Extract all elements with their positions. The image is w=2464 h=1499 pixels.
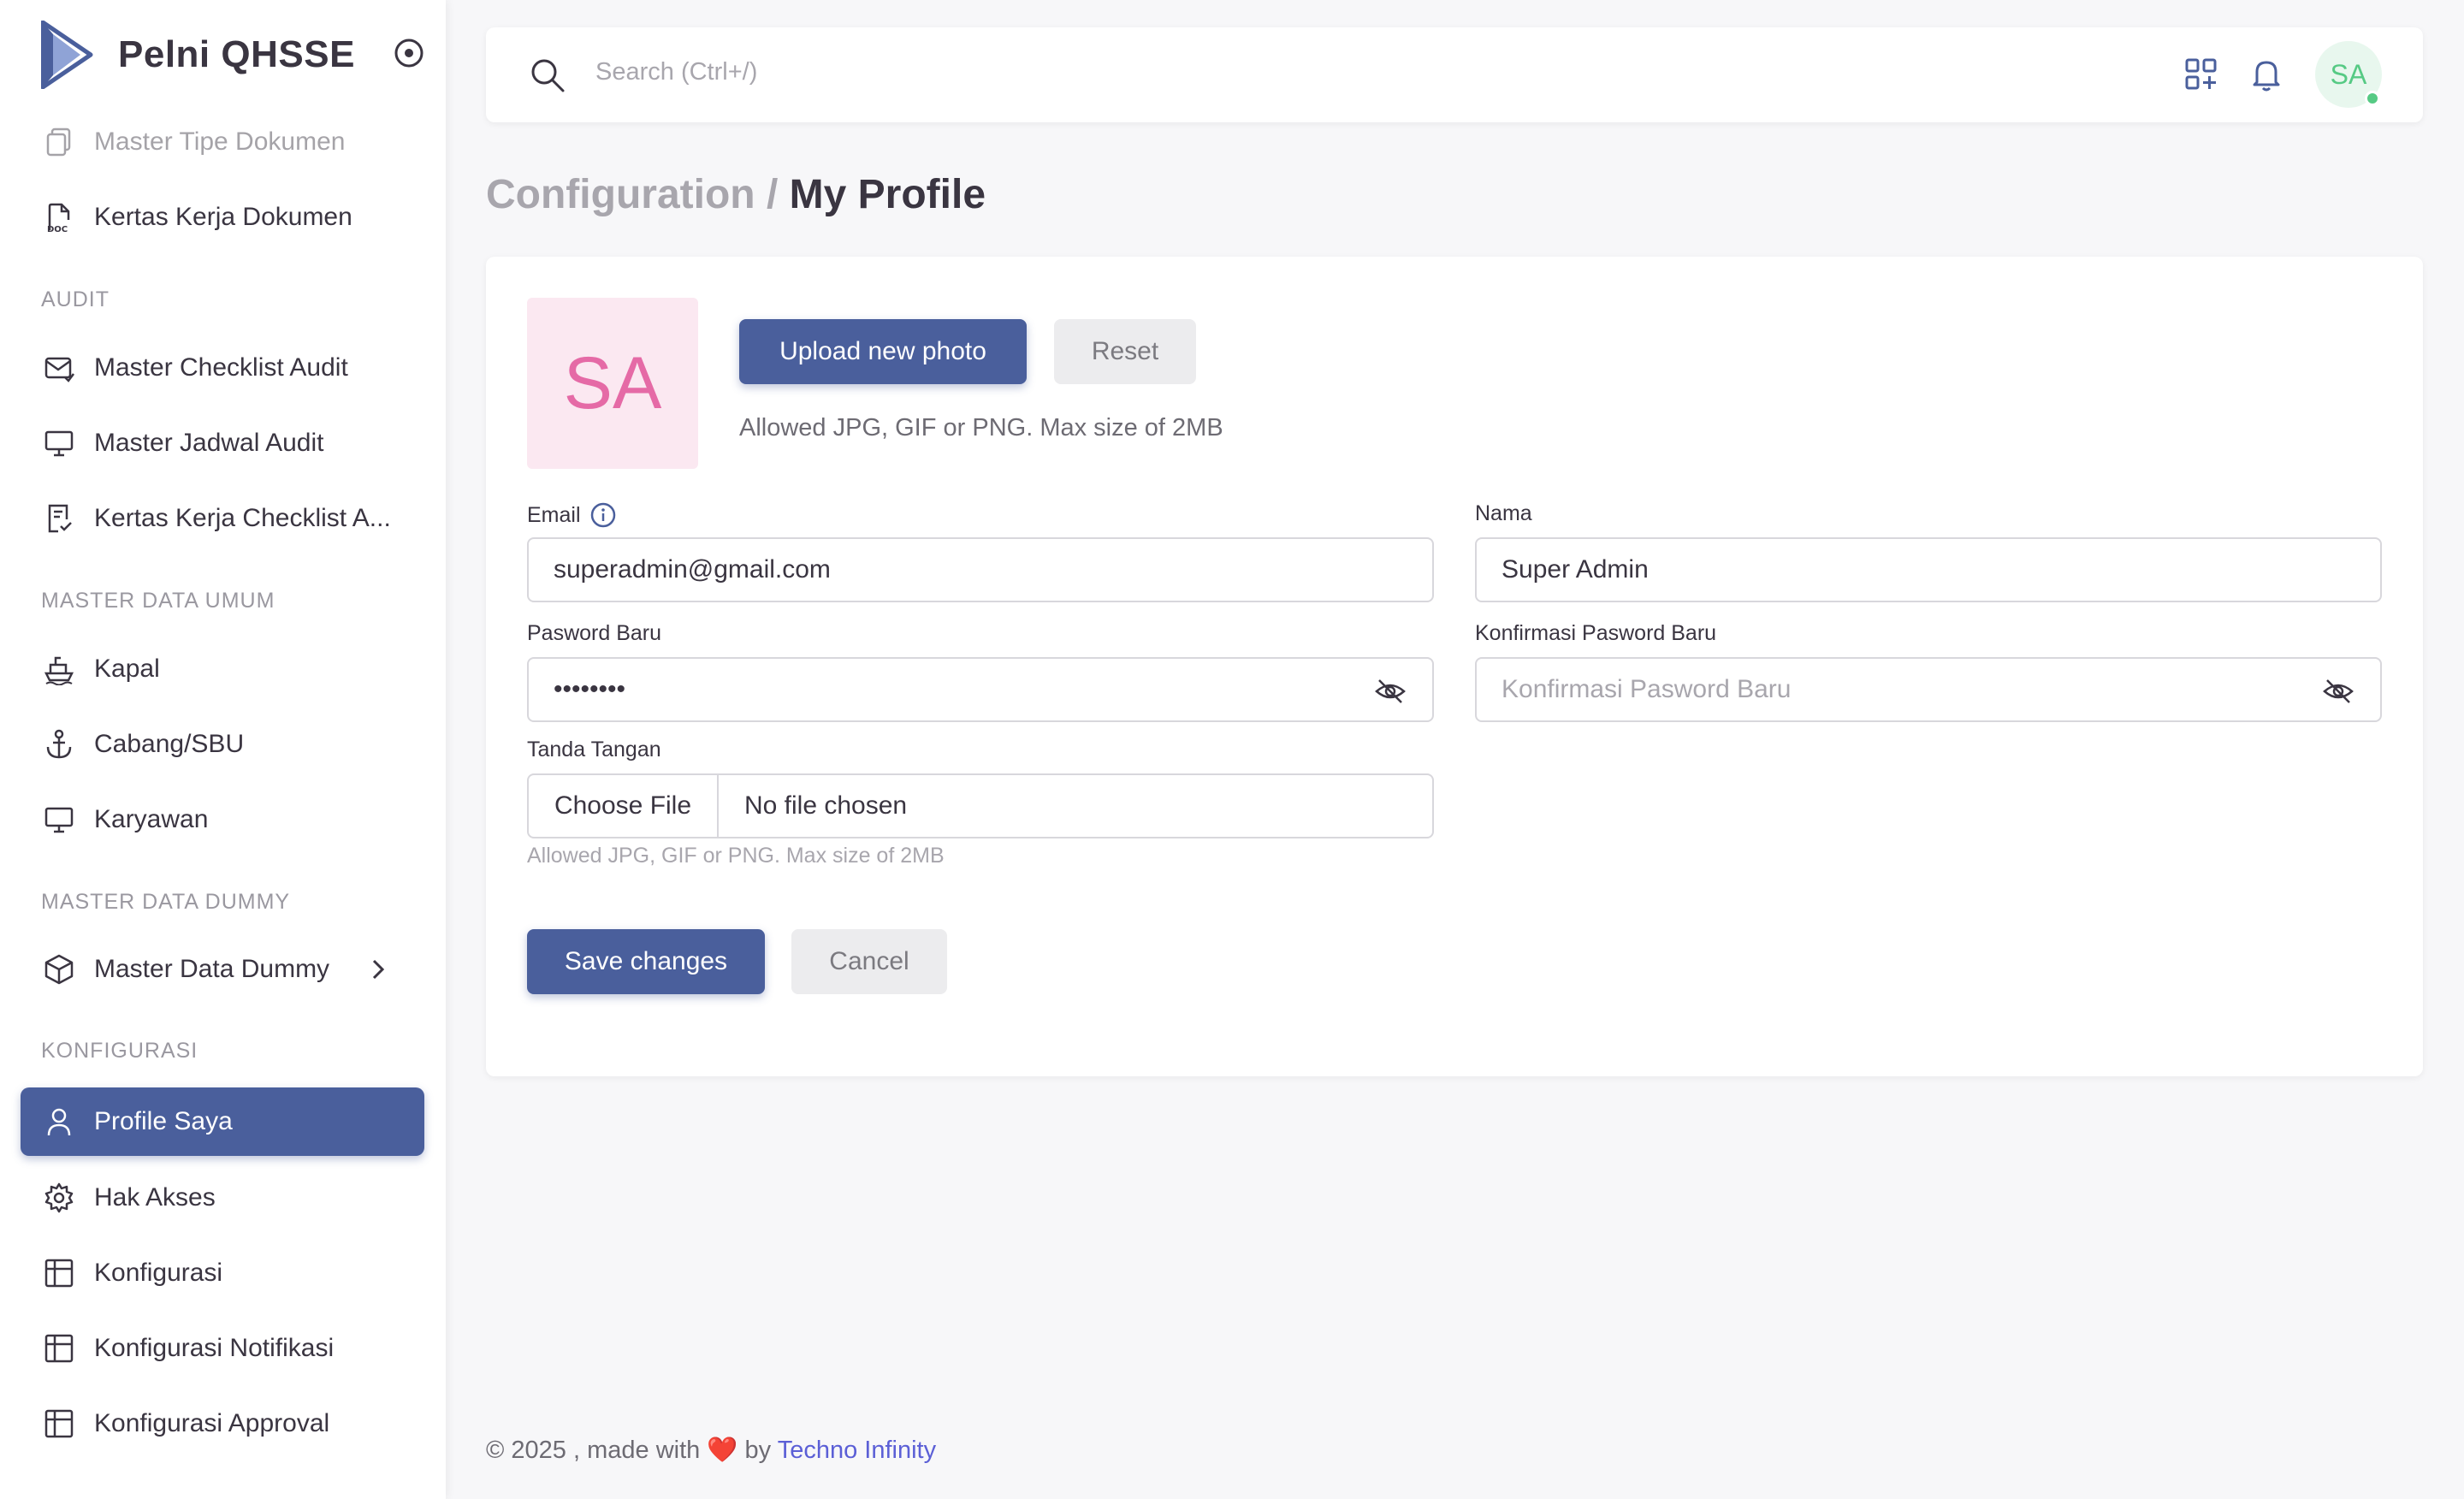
sidebar-item-label: Cabang/SBU	[94, 730, 245, 758]
save-button[interactable]: Save changes	[527, 929, 765, 994]
app-name: Pelni QHSSE	[118, 33, 355, 75]
ship-icon	[43, 653, 75, 686]
sidebar-item-master-jadwal-audit[interactable]: Master Jadwal Audit	[21, 409, 424, 477]
table-icon	[43, 1257, 75, 1289]
confirm-password-placeholder: Konfirmasi Pasword Baru	[1502, 675, 1792, 703]
nama-field[interactable]: Super Admin	[1475, 537, 2382, 602]
sidebar-item-label: Profile Saya	[94, 1107, 233, 1135]
sidebar-item-label: Master Tipe Dokumen	[94, 127, 346, 156]
page-title-current: My Profile	[789, 172, 986, 217]
monitor-icon	[43, 803, 75, 836]
page-title: Configuration / My Profile	[486, 171, 986, 218]
eye-off-icon[interactable]	[2322, 675, 2354, 708]
sidebar-item-kertas-kerja-checklist[interactable]: Kertas Kerja Checklist A...	[21, 484, 424, 553]
search-icon[interactable]	[529, 56, 566, 94]
footer-by: by	[744, 1437, 772, 1464]
sidebar-item-cabang-sbu[interactable]: Cabang/SBU	[21, 710, 424, 779]
doc-file-icon: DOC	[43, 201, 75, 234]
sidebar-item-label: Konfigurasi Approval	[94, 1409, 330, 1437]
brand[interactable]: Pelni QHSSE	[41, 19, 426, 91]
sidebar-item-label: Karyawan	[94, 805, 209, 833]
signature-label: Tanda Tangan	[527, 738, 661, 761]
topbar: Search (Ctrl+/) SA	[486, 27, 2423, 122]
password-label: Pasword Baru	[527, 621, 662, 645]
user-icon	[43, 1105, 75, 1138]
signature-hint: Allowed JPG, GIF or PNG. Max size of 2MB	[527, 844, 945, 868]
logo-icon	[41, 21, 93, 89]
gear-icon	[43, 1182, 75, 1214]
sidebar-item-label: Konfigurasi Notifikasi	[94, 1334, 335, 1362]
section-master-data-dummy: MASTER DATA DUMMY	[41, 890, 291, 914]
sidebar-item-master-checklist-audit[interactable]: Master Checklist Audit	[21, 334, 424, 402]
profile-photo: SA	[527, 298, 698, 469]
sidebar-item-label: Kertas Kerja Checklist A...	[94, 504, 391, 532]
table-icon	[43, 1332, 75, 1365]
signature-file-input[interactable]: Choose File No file chosen	[527, 773, 1434, 838]
email-field[interactable]: superadmin@gmail.com	[527, 537, 1434, 602]
sidebar-item-label: Master Data Dummy	[94, 955, 330, 983]
sidebar-item-label: Master Jadwal Audit	[94, 429, 324, 457]
choose-file-button[interactable]: Choose File	[529, 775, 719, 837]
checklist-file-icon	[43, 502, 75, 535]
email-label: Email	[527, 501, 617, 529]
anchor-icon	[43, 728, 75, 761]
email-value: superadmin@gmail.com	[554, 555, 831, 584]
monitor-icon	[43, 427, 75, 459]
sidebar-item-label: Kertas Kerja Dokumen	[94, 203, 352, 231]
bell-icon[interactable]	[2248, 56, 2284, 92]
breadcrumb[interactable]: Configuration /	[486, 172, 778, 217]
sidebar-item-konfigurasi[interactable]: Konfigurasi	[21, 1239, 424, 1307]
search-input[interactable]: Search (Ctrl+/)	[595, 58, 757, 86]
chevron-right-icon	[372, 959, 385, 980]
profile-photo-initials: SA	[563, 341, 662, 424]
sidebar: Pelni QHSSE Master Tipe Dokumen DOC Kert…	[0, 0, 446, 1499]
upload-photo-button[interactable]: Upload new photo	[739, 319, 1027, 384]
profile-card: SA Upload new photo Reset Allowed JPG, G…	[486, 257, 2423, 1076]
email-label-text: Email	[527, 502, 581, 527]
sidebar-item-profile-saya[interactable]: Profile Saya	[21, 1087, 424, 1156]
sidebar-item-kertas-kerja-dokumen[interactable]: DOC Kertas Kerja Dokumen	[21, 183, 424, 252]
eye-off-icon[interactable]	[1374, 675, 1407, 708]
photo-hint: Allowed JPG, GIF or PNG. Max size of 2MB	[739, 414, 1223, 441]
company-link[interactable]: Techno Infinity	[778, 1437, 936, 1464]
sidebar-item-master-data-dummy[interactable]: Master Data Dummy	[21, 935, 424, 1004]
sidebar-item-label: Konfigurasi	[94, 1259, 223, 1287]
documents-icon	[43, 126, 75, 158]
shortcuts-icon[interactable]	[2183, 56, 2219, 92]
svg-text:DOC: DOC	[47, 225, 68, 234]
sidebar-item-kapal[interactable]: Kapal	[21, 635, 424, 703]
password-value: ••••••••	[554, 675, 626, 703]
sidebar-item-konfigurasi-approval[interactable]: Konfigurasi Approval	[21, 1389, 424, 1458]
table-icon	[43, 1407, 75, 1440]
sidebar-item-hak-akses[interactable]: Hak Akses	[21, 1164, 424, 1232]
sidebar-item-label: Master Checklist Audit	[94, 353, 348, 382]
confirm-password-field[interactable]: Konfirmasi Pasword Baru	[1475, 657, 2382, 722]
file-name-text: No file chosen	[744, 791, 908, 820]
password-field[interactable]: ••••••••	[527, 657, 1434, 722]
info-icon[interactable]	[589, 501, 617, 529]
box-icon	[43, 953, 75, 986]
sidebar-item-master-tipe-dokumen[interactable]: Master Tipe Dokumen	[21, 108, 424, 176]
avatar-initials: SA	[2330, 58, 2367, 90]
sidebar-item-konfigurasi-notifikasi[interactable]: Konfigurasi Notifikasi	[21, 1314, 424, 1383]
nama-value: Super Admin	[1502, 555, 1649, 584]
reset-photo-button[interactable]: Reset	[1054, 319, 1196, 384]
heart-icon: ❤️	[707, 1437, 738, 1464]
sidebar-item-label: Hak Akses	[94, 1183, 216, 1212]
mail-check-icon	[43, 352, 75, 384]
sidebar-toggle-icon[interactable]	[392, 36, 426, 70]
avatar[interactable]: SA	[2315, 41, 2382, 108]
section-audit: AUDIT	[41, 287, 110, 311]
nama-label: Nama	[1475, 501, 1532, 525]
section-konfigurasi: KONFIGURASI	[41, 1039, 198, 1063]
online-status-dot	[2365, 91, 2380, 106]
sidebar-item-label: Kapal	[94, 655, 160, 683]
confirm-password-label: Konfirmasi Pasword Baru	[1475, 621, 1717, 645]
cancel-button[interactable]: Cancel	[791, 929, 947, 994]
sidebar-item-karyawan[interactable]: Karyawan	[21, 785, 424, 854]
footer: © 2025 , made with ❤️ by Techno Infinity	[486, 1436, 936, 1465]
footer-text: © 2025 , made with	[486, 1437, 701, 1464]
section-master-data-umum: MASTER DATA UMUM	[41, 589, 275, 613]
